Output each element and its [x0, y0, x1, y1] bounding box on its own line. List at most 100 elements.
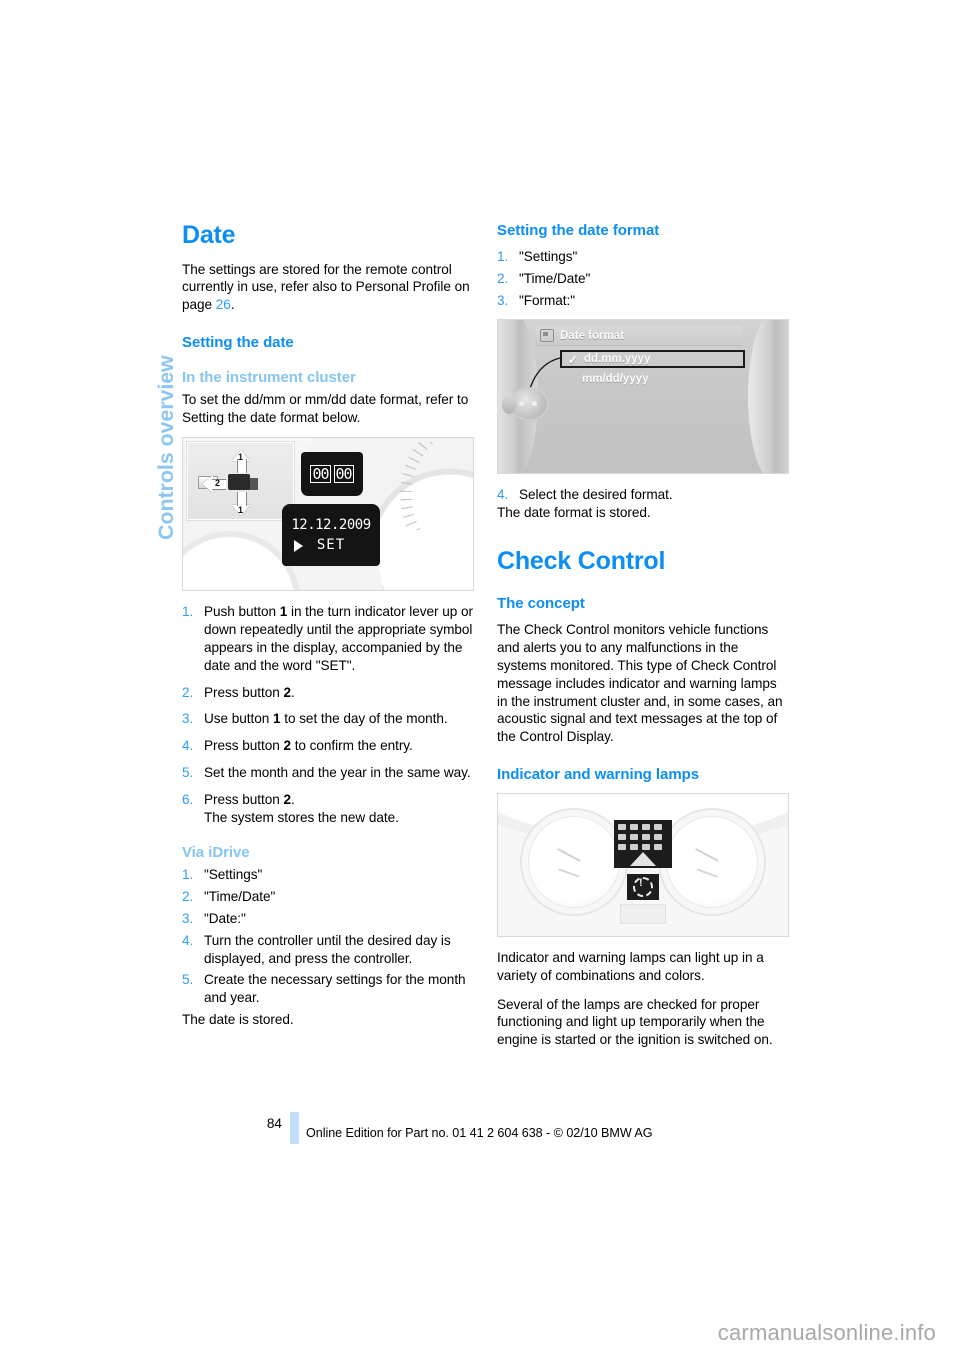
heading-in-the-instrument-cluster: In the instrument cluster — [182, 368, 356, 386]
lcd-symbol-display: 00 00 — [301, 452, 363, 497]
lcd-set-label: SET — [316, 537, 346, 554]
speedometer-dial — [660, 810, 764, 915]
check-control-concept-text: The Check Control monitors vehicle funct… — [497, 622, 783, 745]
step-text: Create the necessary settings for the mo… — [204, 972, 466, 1006]
right-column: Setting the date format 1. "Settings" 2. "… — [497, 222, 789, 1060]
step-text-a: Press button — [204, 684, 284, 700]
figure-instrument-cluster-date: 1 1 2 00 00 12.12.2009 SET WC230010A — [182, 437, 474, 592]
chapter-tab: Controls overview — [128, 222, 178, 542]
step-number: 5. — [182, 972, 194, 988]
checkmark-icon: ✓ — [568, 353, 579, 368]
chapter-tab-label: Controls overview — [154, 355, 178, 540]
brake-warning-icon — [633, 877, 653, 898]
idrive-controller-icon — [502, 387, 549, 422]
steps-via-idrive: 1. "Settings" 2. "Time/Date" 3. "Date:" 4. T… — [182, 866, 474, 1007]
headlight-beam-icon — [630, 852, 656, 867]
step-text-b: to set the day of the month. — [280, 711, 448, 727]
lcd-date-display: 12.12.2009 SET — [282, 504, 380, 567]
controller-ring — [502, 387, 549, 422]
step-number: 5. — [182, 765, 194, 781]
step-text: Select the desired format. — [519, 487, 673, 503]
list-item: 3. "Date:" — [182, 910, 474, 928]
step-number: 6. — [182, 791, 194, 807]
heading-indicator-and-warning-lamps: Indicator and warning lamps — [497, 766, 700, 784]
cluster-gauge-ticks — [381, 442, 467, 531]
step-text: "Settings" — [519, 249, 578, 264]
date-format-closing-text: The date format is stored. — [497, 505, 651, 521]
lamp-row-1 — [614, 820, 672, 831]
step-text-a: Push button — [204, 604, 280, 620]
step-number: 4. — [497, 487, 509, 503]
step-text-b: . — [290, 791, 295, 807]
step-number: 1. — [182, 604, 194, 620]
menu-option-label: mm/dd/yyyy — [582, 373, 649, 386]
list-item: 1. "Settings" — [497, 248, 789, 266]
list-item: 4. Select the desired format. — [497, 486, 789, 504]
footer-accent-bar — [290, 1112, 299, 1144]
step-text-a: Press button — [204, 738, 284, 754]
lamps-paragraph-1: Indicator and warning lamps can light up… — [497, 950, 764, 983]
lamp-icon — [630, 844, 638, 851]
heading-the-concept: The concept — [497, 595, 585, 613]
idrive-bezel-right — [748, 320, 788, 474]
menu-option-label: dd.mm.yyyy — [584, 353, 651, 366]
page-title-check-control: Check Control — [497, 546, 666, 575]
page-footer: 84 Online Edition for Part no. 01 41 2 6… — [0, 1112, 960, 1152]
step-bold: 2 — [283, 738, 291, 754]
speedometer-needle — [695, 848, 719, 863]
arrow-down-stem — [237, 492, 247, 507]
step-number: 2. — [182, 889, 194, 905]
turn-indicator-lever-inset: 1 1 2 — [186, 441, 295, 522]
tachometer-needle-secondary — [558, 868, 580, 878]
page-reference-26[interactable]: 26 — [216, 297, 231, 312]
lamp-icon — [654, 824, 662, 831]
tachometer-dial — [522, 810, 626, 915]
step-bold: 1 — [272, 711, 281, 727]
list-item: 5. Create the necessary settings for the … — [182, 971, 474, 1007]
list-item: 3. Use button 1 to set the day of the mon… — [182, 710, 474, 728]
lamp-icon — [630, 834, 638, 841]
lamp-icon — [618, 834, 626, 841]
lamp-icon — [618, 824, 626, 831]
list-item: 1. Push button 1 in the turn indicator le… — [182, 603, 474, 674]
list-item: 2. Press button 2. — [182, 684, 474, 702]
steps-date-format-continued: 4. Select the desired format. — [497, 486, 789, 504]
lcd-digit-left: 00 — [310, 465, 331, 484]
date-format-icon — [540, 329, 554, 343]
step-number: 3. — [497, 292, 509, 308]
instrument-cluster-intro: To set the dd/mm or mm/dd date format, r… — [182, 391, 469, 425]
list-item: 6. Press button 2. The system stores the n… — [182, 791, 474, 827]
step-text: "Date:" — [204, 911, 246, 927]
step-number: 4. — [182, 932, 194, 948]
idrive-window-title: Date format — [560, 329, 624, 342]
lcd-date-value: 12.12.2009 — [291, 517, 371, 534]
lamps-paragraph-2: Several of the lamps are checked for pro… — [497, 996, 773, 1048]
steps-instrument-cluster: 1. Push button 1 in the turn indicator le… — [182, 603, 474, 826]
step-text-b: to confirm the entry. — [290, 738, 413, 754]
step-text: Set the month and the year in the same w… — [204, 765, 471, 781]
manual-page: Controls overview Date The settings are … — [0, 0, 960, 1358]
lamp-row-2 — [614, 830, 672, 841]
site-watermark: carmanualsonline.info — [717, 1320, 936, 1345]
menu-option-mm-dd-yyyy[interactable]: mm/dd/yyyy — [560, 370, 745, 388]
callout-2: 2 — [215, 478, 221, 489]
lamp-row-3 — [614, 840, 672, 851]
date-intro-period: . — [230, 297, 235, 313]
lamp-icon — [618, 844, 626, 851]
step-text: "Time/Date" — [204, 889, 276, 905]
step-number: 3. — [182, 711, 194, 727]
date-intro-paragraph: The settings are stored for the remote c… — [182, 261, 474, 314]
warning-lamp-cluster — [614, 820, 672, 869]
heading-via-idrive: Via iDrive — [182, 844, 250, 862]
menu-option-dd-mm-yyyy[interactable]: ✓ dd.mm.yyyy — [560, 350, 745, 369]
lcd-set-row: SET — [282, 537, 380, 553]
lever-button-icon — [228, 474, 250, 491]
list-item: 4. Press button 2 to confirm the entry. — [182, 737, 474, 755]
step-text: "Settings" — [204, 867, 263, 883]
page-number: 84 — [266, 1116, 282, 1131]
speedometer-needle-secondary — [696, 868, 718, 878]
step-text: "Format:" — [519, 292, 576, 308]
heading-setting-the-date: Setting the date — [182, 333, 294, 351]
step-text-line2: The system stores the new date. — [204, 809, 399, 825]
lamp-icon — [642, 824, 650, 831]
